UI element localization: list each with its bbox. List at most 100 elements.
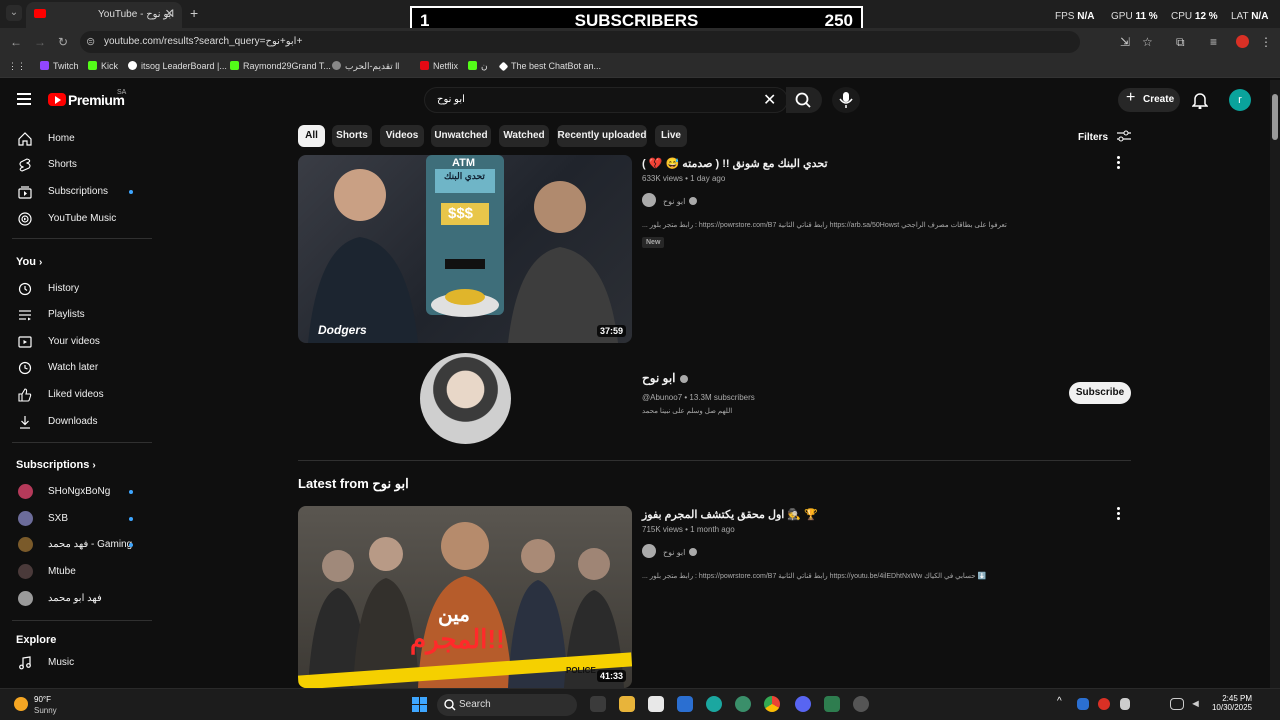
chip-watched[interactable]: Watched	[499, 125, 549, 147]
sidebar-item-label: Playlists	[48, 309, 85, 320]
chip-live[interactable]: Live	[655, 125, 687, 147]
sidebar-sub-shongxbong[interactable]: SHoNgxBoNg	[0, 479, 152, 505]
sidebar-item-watch-later[interactable]: Watch later	[0, 355, 152, 381]
video2-thumbnail[interactable]: مين المجرم!! POLICE 41:33	[298, 506, 632, 688]
new-tab-button[interactable]: +	[190, 5, 198, 21]
sidebar-item-youtube-music[interactable]: YouTube Music	[0, 206, 152, 232]
bookmark-netflix[interactable]: Netflix	[420, 61, 458, 71]
bookmark-star-icon[interactable]: ☆	[1142, 35, 1153, 49]
bookmark-raymond[interactable]: Raymond29Grand T...	[230, 61, 331, 71]
back-icon[interactable]: ←	[10, 35, 22, 49]
browser-tab[interactable]: YouTube - ابو نوح ✕	[26, 2, 182, 28]
network-icon[interactable]	[1170, 698, 1184, 710]
chip-all[interactable]: All	[298, 125, 325, 147]
install-icon[interactable]: ⇲	[1120, 35, 1130, 49]
youtube-premium-logo[interactable]: Premium	[68, 92, 125, 108]
channel-avatar[interactable]	[642, 193, 656, 207]
outlook-icon[interactable]	[677, 696, 693, 712]
video1-more-icon[interactable]	[1117, 156, 1121, 171]
sidebar-item-liked-videos[interactable]: Liked videos	[0, 382, 152, 408]
video2-title[interactable]: اول محقق يكتشف المجرم بفوز 🕵️ 🏆	[642, 508, 818, 521]
bookmark-twitch[interactable]: Twitch	[40, 61, 79, 71]
channel-avatar[interactable]	[642, 544, 656, 558]
store-icon[interactable]	[648, 696, 664, 712]
sidebar-sub-fahad-abu-mohammed[interactable]: فهد ابو محمد	[0, 586, 152, 612]
chip-shorts[interactable]: Shorts	[332, 125, 372, 147]
guide-menu-icon[interactable]	[17, 93, 31, 108]
scrollbar-thumb[interactable]	[1272, 94, 1278, 140]
browser-profile-avatar[interactable]	[1236, 35, 1249, 48]
chip-recently-uploaded[interactable]: Recently uploaded	[557, 125, 647, 147]
mic-icon[interactable]	[1120, 698, 1130, 710]
bookmark-kick[interactable]: Kick	[88, 61, 118, 71]
taskbar-clock[interactable]: 2:45 PM 10/30/2025	[1207, 694, 1252, 712]
sidebar-item-history[interactable]: History	[0, 276, 152, 302]
chip-unwatched[interactable]: Unwatched	[431, 125, 491, 147]
channel-name[interactable]: ابو نوح	[642, 371, 688, 385]
reload-icon[interactable]: ↻	[58, 35, 68, 49]
video1-thumbnail[interactable]: ATM تحدي البنك $$$ Dodgers 37:59	[298, 155, 632, 343]
bookmark-noon[interactable]: ن	[468, 61, 488, 72]
verified-icon	[689, 197, 698, 205]
file-explorer-icon[interactable]	[619, 696, 635, 712]
create-button[interactable]: + Create	[1118, 88, 1180, 112]
app-icon[interactable]	[735, 696, 751, 712]
sidebar-sub-sxb[interactable]: SXB	[0, 506, 152, 532]
search-icon	[444, 699, 456, 711]
site-info-icon[interactable]: ⊜	[86, 35, 95, 48]
settings-icon[interactable]	[853, 696, 869, 712]
taskbar-search[interactable]: Search	[437, 694, 577, 716]
close-tab-icon[interactable]: ✕	[165, 7, 174, 20]
apps-icon[interactable]: ⋮⋮	[8, 61, 26, 72]
url-text: youtube.com/results?search_query=ابو+نوح…	[104, 36, 303, 47]
chrome-icon[interactable]	[764, 696, 780, 712]
you-heading[interactable]: You ›	[16, 256, 42, 268]
search-button[interactable]	[786, 87, 822, 113]
bookmark-application[interactable]: تقديم-الحرب ll	[332, 61, 399, 72]
page-scrollbar[interactable]	[1270, 80, 1280, 688]
filters-button[interactable]: Filters	[1078, 130, 1131, 143]
task-view-icon[interactable]	[590, 696, 606, 712]
sidebar-item-shorts[interactable]: Shorts	[0, 152, 152, 178]
sidebar-item-home[interactable]: Home	[0, 126, 152, 152]
video1-title[interactable]: تحدي البنك مع شونق !! ( صدمته 😅 💔 )	[642, 157, 828, 170]
sidebar-item-downloads[interactable]: Downloads	[0, 409, 152, 435]
tray-app-icon[interactable]	[1098, 698, 1110, 710]
channel-avatar-large[interactable]	[420, 353, 511, 444]
sidebar-item-playlists[interactable]: Playlists	[0, 302, 152, 328]
voice-search-button[interactable]	[832, 87, 860, 113]
account-avatar[interactable]: r	[1229, 89, 1251, 111]
sidebar-sub-mtube[interactable]: Mtube	[0, 559, 152, 585]
chevron-up-icon[interactable]: ^	[1057, 696, 1069, 712]
video1-channel[interactable]: ابو نوح	[663, 197, 698, 206]
clear-search-icon[interactable]: ✕	[763, 90, 776, 110]
sidebar-divider	[12, 238, 152, 239]
volume-icon[interactable]: ◄	[1190, 698, 1202, 710]
video2-more-icon[interactable]	[1117, 507, 1121, 522]
search-icon	[795, 92, 811, 108]
notifications-bell-icon[interactable]	[1192, 91, 1208, 109]
bookmark-chatbot[interactable]: The best ChatBot an...	[498, 61, 601, 72]
sidebar-item-music[interactable]: Music	[0, 650, 152, 676]
subscriptions-heading[interactable]: Subscriptions ›	[16, 459, 96, 471]
edge-icon[interactable]	[706, 696, 722, 712]
tray-app-icon[interactable]	[1077, 698, 1089, 710]
sidebar-item-subscriptions[interactable]: Subscriptions	[0, 179, 152, 205]
search-input[interactable]: ابو نوح ✕	[424, 87, 788, 113]
forward-icon[interactable]: →	[34, 35, 46, 49]
subscribe-button[interactable]: Subscribe	[1069, 382, 1131, 404]
address-bar[interactable]: ⊜ youtube.com/results?search_query=ابو+ن…	[80, 31, 1080, 53]
windows-start-icon[interactable]	[412, 697, 427, 712]
youtube-logo-icon[interactable]	[48, 93, 66, 106]
media-icon[interactable]: ≡	[1210, 35, 1217, 49]
browser-menu-icon[interactable]: ⋮	[1260, 35, 1272, 49]
sidebar-item-your-videos[interactable]: Your videos	[0, 329, 152, 355]
discord-icon[interactable]	[795, 696, 811, 712]
chip-videos[interactable]: Videos	[380, 125, 424, 147]
extensions-icon[interactable]: ⧉	[1176, 35, 1185, 50]
tab-search-button[interactable]: ⌄	[6, 5, 22, 21]
video2-channel[interactable]: ابو نوح	[663, 548, 698, 557]
excel-icon[interactable]	[824, 696, 840, 712]
sidebar-sub-fahad-gaming[interactable]: فهد محمد - Gaming	[0, 532, 152, 558]
bookmark-leaderboard[interactable]: itsog LeaderBoard |...	[128, 61, 227, 71]
